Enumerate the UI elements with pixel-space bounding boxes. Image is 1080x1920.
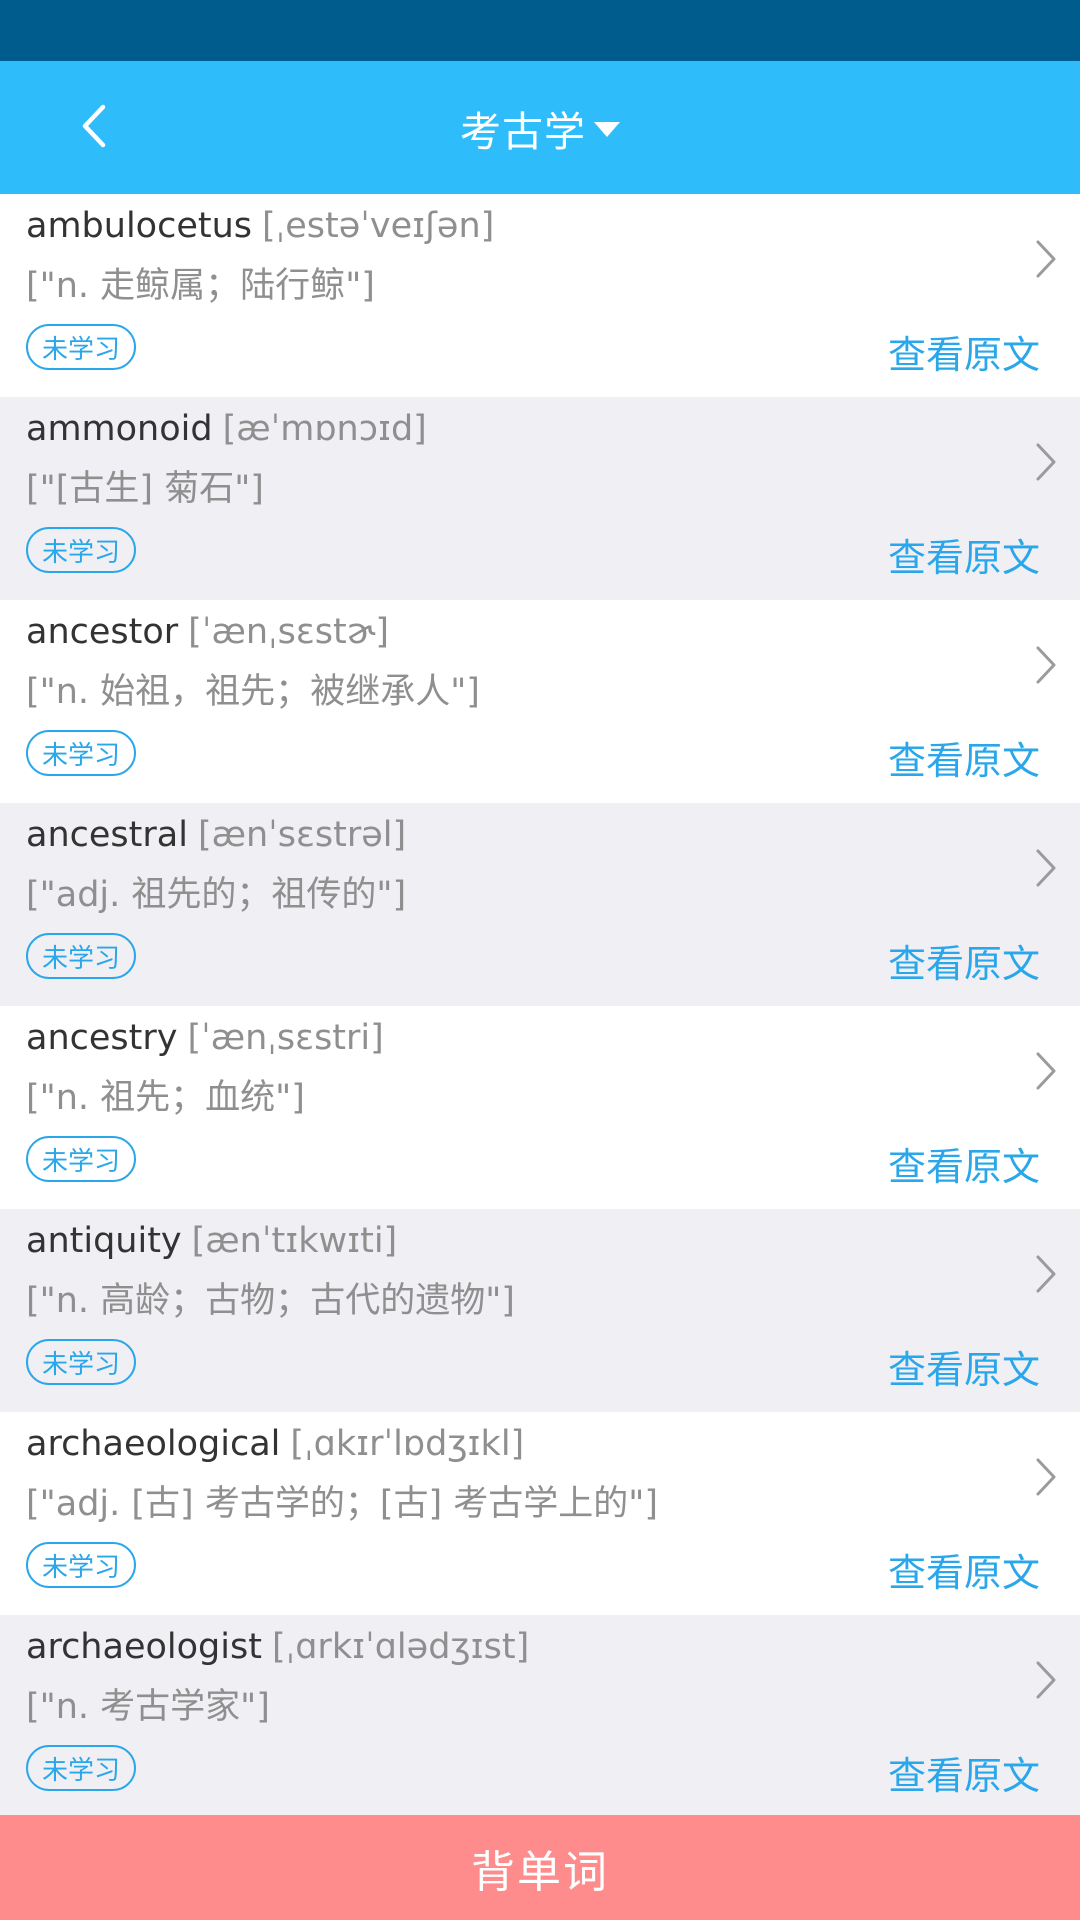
word-text: antiquity	[26, 1221, 182, 1261]
status-badge: 未学习	[26, 730, 136, 776]
word-line: ambulocetus [ˌestəˈveɪʃən]	[26, 206, 494, 246]
title-dropdown[interactable]: 考古学	[0, 61, 1080, 194]
chevron-right-icon	[1036, 849, 1056, 887]
word-phonetic: [ˌɑkɪrˈlɒdʒɪkl]	[290, 1424, 525, 1464]
chevron-right-icon	[1036, 240, 1056, 278]
word-phonetic: [ˌɑrkɪˈɑlədʒɪst]	[271, 1627, 530, 1667]
word-text: ambulocetus	[26, 206, 252, 246]
status-badge: 未学习	[26, 1339, 136, 1385]
word-text: archaeological	[26, 1424, 281, 1464]
chevron-right-icon	[1036, 1661, 1056, 1699]
word-list-item[interactable]: archaeological [ˌɑkɪrˈlɒdʒɪkl] ["adj. [古]…	[0, 1412, 1080, 1615]
chevron-right-icon	[1036, 1255, 1056, 1293]
status-badge: 未学习	[26, 1745, 136, 1791]
page-title: 考古学	[460, 107, 586, 156]
view-original-link[interactable]: 查看原文	[888, 1745, 1040, 1800]
word-list-item[interactable]: ancestral [ænˈsɛstrəl] ["adj. 祖先的；祖传的"] 未…	[0, 803, 1080, 1006]
word-definition: ["n. 考古学家"]	[26, 1687, 270, 1727]
word-list-item[interactable]: ancestor [ˈænˌsɛstɚ] ["n. 始祖，祖先；被继承人"] 未学…	[0, 600, 1080, 803]
word-line: antiquity [ænˈtɪkwɪti]	[26, 1221, 397, 1261]
word-definition: ["n. 祖先；血统"]	[26, 1078, 305, 1118]
app-header: 考古学	[0, 61, 1080, 194]
word-phonetic: [ænˈtɪkwɪti]	[191, 1221, 398, 1261]
word-definition: ["n. 高龄；古物；古代的遗物"]	[26, 1281, 515, 1321]
word-text: ancestor	[26, 612, 179, 652]
word-phonetic: [æˈmɒnɔɪd]	[222, 409, 427, 449]
word-phonetic: [ˈænˌsɛstɚ]	[188, 612, 390, 652]
word-list-item[interactable]: ancestry [ˈænˌsɛstri] ["n. 祖先；血统"] 未学习 查看…	[0, 1006, 1080, 1209]
word-text: ancestry	[26, 1018, 178, 1058]
word-list: ambulocetus [ˌestəˈveɪʃən] ["n. 走鲸属；陆行鲸"]…	[0, 194, 1080, 1818]
chevron-right-icon	[1036, 646, 1056, 684]
word-line: ancestral [ænˈsɛstrəl]	[26, 815, 406, 855]
status-bar	[0, 0, 1080, 61]
word-phonetic: [ˌestəˈveɪʃən]	[262, 206, 495, 246]
word-definition: ["adj. [古] 考古学的；[古] 考古学上的"]	[26, 1484, 659, 1524]
word-text: archaeologist	[26, 1627, 262, 1667]
status-badge: 未学习	[26, 1542, 136, 1588]
word-line: archaeological [ˌɑkɪrˈlɒdʒɪkl]	[26, 1424, 524, 1464]
chevron-right-icon	[1036, 1458, 1056, 1496]
word-list-item[interactable]: antiquity [ænˈtɪkwɪti] ["n. 高龄；古物；古代的遗物"]…	[0, 1209, 1080, 1412]
caret-down-icon	[594, 122, 620, 137]
word-line: archaeologist [ˌɑrkɪˈɑlədʒɪst]	[26, 1627, 529, 1667]
status-badge: 未学习	[26, 324, 136, 370]
word-line: ammonoid [æˈmɒnɔɪd]	[26, 409, 427, 449]
view-original-link[interactable]: 查看原文	[888, 1136, 1040, 1191]
status-badge: 未学习	[26, 527, 136, 573]
word-definition: ["adj. 祖先的；祖传的"]	[26, 875, 407, 915]
status-badge: 未学习	[26, 1136, 136, 1182]
view-original-link[interactable]: 查看原文	[888, 324, 1040, 379]
word-definition: ["[古生] 菊石"]	[26, 469, 264, 509]
word-line: ancestor [ˈænˌsɛstɚ]	[26, 612, 389, 652]
word-text: ammonoid	[26, 409, 213, 449]
word-phonetic: [ˈænˌsɛstri]	[187, 1018, 384, 1058]
view-original-link[interactable]: 查看原文	[888, 933, 1040, 988]
memorize-words-button[interactable]: 背单词	[0, 1815, 1080, 1920]
word-phonetic: [ænˈsɛstrəl]	[197, 815, 407, 855]
view-original-link[interactable]: 查看原文	[888, 527, 1040, 582]
word-definition: ["n. 始祖，祖先；被继承人"]	[26, 672, 480, 712]
view-original-link[interactable]: 查看原文	[888, 1542, 1040, 1597]
word-list-item[interactable]: ammonoid [æˈmɒnɔɪd] ["[古生] 菊石"] 未学习 查看原文	[0, 397, 1080, 600]
word-definition: ["n. 走鲸属；陆行鲸"]	[26, 266, 375, 306]
view-original-link[interactable]: 查看原文	[888, 730, 1040, 785]
status-badge: 未学习	[26, 933, 136, 979]
view-original-link[interactable]: 查看原文	[888, 1339, 1040, 1394]
chevron-right-icon	[1036, 1052, 1056, 1090]
word-list-item[interactable]: ambulocetus [ˌestəˈveɪʃən] ["n. 走鲸属；陆行鲸"]…	[0, 194, 1080, 397]
word-text: ancestral	[26, 815, 188, 855]
word-list-item[interactable]: archaeologist [ˌɑrkɪˈɑlədʒɪst] ["n. 考古学家"…	[0, 1615, 1080, 1818]
chevron-right-icon	[1036, 443, 1056, 481]
word-line: ancestry [ˈænˌsɛstri]	[26, 1018, 384, 1058]
